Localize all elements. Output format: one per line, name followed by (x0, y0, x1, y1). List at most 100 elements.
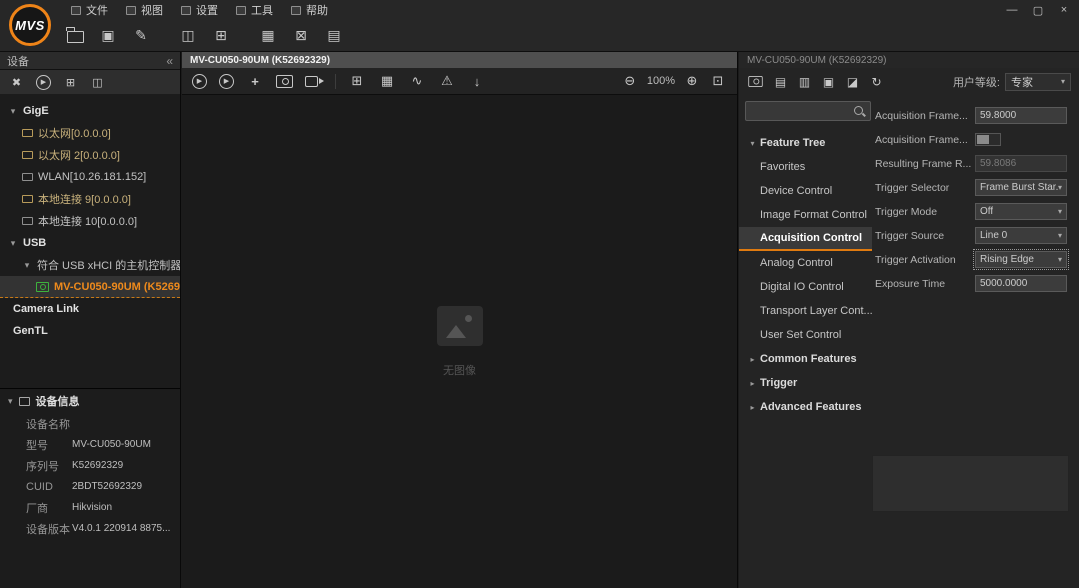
capture-window-icon[interactable]: ⊞ (212, 26, 230, 46)
capture-image-icon[interactable] (276, 75, 293, 88)
feature-item-transport-layer-control[interactable]: Transport Layer Cont... (739, 299, 872, 323)
tree-label: 以太网 2[0.0.0.0] (38, 147, 120, 163)
feature-group-advanced-features[interactable]: ▸Advanced Features (739, 395, 872, 419)
split-window-icon[interactable]: ◫ (179, 26, 197, 46)
close-button[interactable]: × (1051, 0, 1077, 20)
tree-group-gentl[interactable]: GenTL (0, 320, 180, 342)
info-row-version: 设备版本V4.0.1 220914 8875... (0, 518, 180, 539)
tree-item-usb-controller[interactable]: ▾符合 USB xHCI 的主机控制器 (0, 254, 180, 276)
chevron-right-icon: ▸ (747, 355, 758, 364)
feature-panel: MV-CU050-90UM (K52692329) ▤ ▥ ▣ ◪ ↻ 用户等级… (739, 52, 1079, 588)
trigger-activation-dropdown[interactable]: Rising Edge▾ (975, 251, 1067, 268)
cross-line-icon[interactable]: ⊞ (348, 71, 366, 91)
save-icon[interactable]: ▣ (99, 26, 117, 46)
feature-item-favorites[interactable]: Favorites (739, 155, 872, 179)
fit-window-icon[interactable]: ⊡ (709, 71, 727, 91)
tree-item-camera-selected[interactable]: MV-CU050-90UM (K5269... (0, 276, 180, 298)
copy-device-icon[interactable]: ◫ (90, 74, 105, 90)
menu-file[interactable]: 文件 (62, 0, 117, 20)
feature-item-image-format-control[interactable]: Image Format Control (739, 203, 872, 227)
feature-item-device-control[interactable]: Device Control (739, 179, 872, 203)
load-config-icon[interactable]: ◪ (845, 72, 860, 92)
tree-label: 本地连接 10[0.0.0.0] (38, 213, 137, 229)
save-as-icon[interactable]: ✎ (132, 26, 150, 46)
menu-tools[interactable]: 工具 (227, 0, 282, 20)
refresh-features-icon[interactable]: ↻ (869, 72, 884, 92)
feature-search-input[interactable] (745, 101, 871, 121)
multi-view-icon[interactable]: ▦ (259, 26, 277, 46)
mvs-logo: MVS (9, 4, 51, 46)
play-glyph: ▶ (224, 77, 229, 85)
histogram-icon[interactable]: ∿ (408, 71, 426, 91)
zoom-in-icon[interactable]: ⊕ (683, 71, 701, 91)
connect-device-icon[interactable]: ▶ (36, 75, 51, 90)
feature-item-digital-io-control[interactable]: Digital IO Control (739, 275, 872, 299)
trigger-selector-dropdown[interactable]: Frame Burst Star...▾ (975, 179, 1067, 196)
feature-item-analog-control[interactable]: Analog Control (739, 251, 872, 275)
device-info-title: 设备信息 (36, 393, 80, 409)
viewer-title-bar: MV-CU050-90UM (K52692329) (182, 52, 737, 68)
import-config-icon[interactable]: ▤ (773, 72, 788, 92)
feature-item-acquisition-control[interactable]: Acquisition Control (739, 227, 872, 251)
fit-roi-icon[interactable]: + (246, 71, 264, 91)
window-controls: — ▢ × (999, 0, 1077, 20)
collapse-panel-icon[interactable]: « (166, 54, 173, 68)
tree-item-ethernet[interactable]: 以太网[0.0.0.0] (0, 122, 180, 144)
acquire-once-icon[interactable]: ▶ (219, 74, 234, 89)
toolbar-divider (335, 74, 336, 89)
export-view-icon[interactable]: ⊠ (292, 26, 310, 46)
warning-info-icon[interactable]: ⚠ (438, 71, 456, 91)
property-row: Trigger Mode Off▾ (875, 203, 1075, 220)
tree-item-local9[interactable]: 本地连接 9[0.0.0.0] (0, 188, 180, 210)
menu-view[interactable]: 视图 (117, 0, 172, 20)
acquisition-frame-rate-enable-toggle[interactable] (975, 133, 1001, 146)
property-label: Trigger Selector (875, 182, 975, 194)
feature-group-trigger[interactable]: ▸Trigger (739, 371, 872, 395)
maximize-button[interactable]: ▢ (1025, 0, 1051, 20)
acquisition-frame-rate-input[interactable]: 59.8000 (975, 107, 1067, 124)
tree-item-wlan[interactable]: WLAN[10.26.181.152] (0, 166, 180, 188)
device-panel-header: 设备 « (0, 52, 180, 70)
exposure-time-input[interactable]: 5000.0000 (975, 275, 1067, 292)
chevron-down-icon: ▾ (747, 139, 758, 148)
start-acquisition-icon[interactable]: ▶ (192, 74, 207, 89)
notes-icon[interactable]: ▤ (325, 26, 343, 46)
tree-group-gige[interactable]: ▾GigE (0, 100, 180, 122)
minimize-button[interactable]: — (999, 0, 1025, 20)
tree-group-cameralink[interactable]: Camera Link (0, 298, 180, 320)
grid-view-icon[interactable]: ▦ (378, 71, 396, 91)
trigger-source-dropdown[interactable]: Line 0▾ (975, 227, 1067, 244)
open-folder-icon[interactable] (66, 26, 84, 46)
tree-item-local10[interactable]: 本地连接 10[0.0.0.0] (0, 210, 180, 232)
user-level-dropdown[interactable]: 专家 ▾ (1005, 73, 1071, 91)
new-device-window-icon[interactable]: ⊞ (63, 74, 78, 90)
disconnect-device-icon[interactable]: ✖ (9, 74, 24, 90)
menu-help[interactable]: 帮助 (282, 0, 337, 20)
tree-group-usb[interactable]: ▾USB (0, 232, 180, 254)
view-menu-icon (126, 6, 136, 15)
save-image-icon[interactable]: ↓ (468, 71, 486, 91)
device-info-header[interactable]: ▾ 设备信息 (0, 389, 180, 413)
menu-view-label: 视图 (141, 2, 163, 18)
zoom-out-icon[interactable]: ⊖ (621, 71, 639, 91)
user-level-label: 用户等级: (953, 74, 1000, 90)
search-icon (853, 105, 865, 117)
camera-settings-icon[interactable] (748, 76, 762, 87)
menu-tools-label: 工具 (251, 2, 273, 18)
export-config-icon[interactable]: ▥ (797, 72, 812, 92)
tree-item-ethernet2[interactable]: 以太网 2[0.0.0.0] (0, 144, 180, 166)
feature-label: Trigger (760, 377, 797, 389)
save-config-icon[interactable]: ▣ (821, 72, 836, 92)
feature-item-user-set-control[interactable]: User Set Control (739, 323, 872, 347)
feature-panel-title: MV-CU050-90UM (K52692329) (747, 55, 887, 66)
no-image-icon (437, 306, 483, 346)
trigger-mode-dropdown[interactable]: Off▾ (975, 203, 1067, 220)
no-image-text: 无图像 (443, 362, 476, 378)
menubar: 文件 视图 设置 工具 帮助 — ▢ × (0, 0, 1079, 20)
feature-label: Feature Tree (760, 137, 825, 149)
record-video-icon[interactable] (305, 76, 318, 87)
info-label: 型号 (0, 437, 72, 453)
feature-group-common-features[interactable]: ▸Common Features (739, 347, 872, 371)
feature-group-feature-tree[interactable]: ▾Feature Tree (739, 131, 872, 155)
menu-settings[interactable]: 设置 (172, 0, 227, 20)
